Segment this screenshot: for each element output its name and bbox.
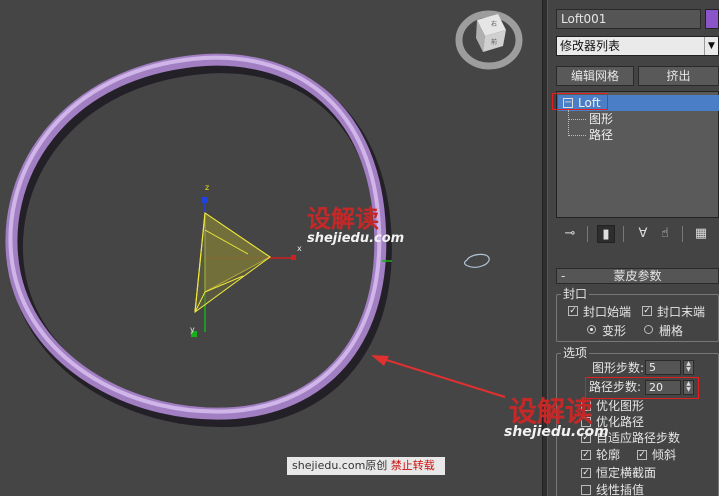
copyright-caption: shejiedu.com原创 禁止转载 xyxy=(287,457,445,475)
extrude-button[interactable]: 挤出 xyxy=(638,66,719,86)
modifier-list-dropdown[interactable]: 修改器列表 ▼ xyxy=(556,36,719,56)
object-color-swatch[interactable] xyxy=(705,9,719,29)
toolbar-separator xyxy=(682,226,683,242)
loft-ring[interactable] xyxy=(5,53,392,428)
section-shape[interactable] xyxy=(463,253,490,268)
tree-connector xyxy=(568,110,569,136)
edit-mesh-button[interactable]: 编辑网格 xyxy=(556,66,634,86)
constant-cross-section-label: 恒定横截面 xyxy=(596,466,657,480)
show-end-result-icon[interactable]: ▮ xyxy=(597,225,615,243)
linear-interpolation-label: 线性插值 xyxy=(596,483,645,496)
stack-item-path[interactable]: 路径 xyxy=(589,128,613,142)
x-axis-handle xyxy=(291,255,296,260)
x-axis-label: x xyxy=(297,244,302,253)
viewport-scene: z x y 右 前 xyxy=(5,10,523,428)
optimize-path-label: 优化路径 xyxy=(596,415,645,429)
z-axis-handle xyxy=(202,197,208,203)
linear-interpolation-checkbox[interactable] xyxy=(581,485,591,495)
shape-steps-label: 图形步数: xyxy=(592,361,645,375)
viewcube-face-front: 前 xyxy=(491,38,497,46)
modifier-stack[interactable]: − Loft 图形 路径 xyxy=(556,91,719,218)
highlight-box-path-steps xyxy=(585,377,699,399)
contour-checkbox[interactable]: ✓ xyxy=(581,450,591,460)
morph-label: 变形 xyxy=(602,324,627,338)
skin-parameters-rollout-header[interactable]: - 蒙皮参数 xyxy=(556,268,719,284)
command-panel: Loft001 修改器列表 ▼ 编辑网格 挤出 − Loft 图形 路径 ⊸ ▮… xyxy=(548,0,719,496)
rollout-title: 蒙皮参数 xyxy=(613,269,662,283)
cap-end-checkbox[interactable]: ✓ xyxy=(642,306,652,316)
adaptive-path-steps-checkbox[interactable]: ✓ xyxy=(581,433,591,443)
toolbar-separator xyxy=(587,226,588,242)
cap-start-checkbox[interactable]: ✓ xyxy=(568,306,578,316)
contour-label: 轮廓 xyxy=(596,448,621,462)
options-group-label: 选项 xyxy=(561,346,590,360)
adaptive-path-steps-label: 自适应路径步数 xyxy=(596,431,681,445)
viewcube[interactable]: 右 前 xyxy=(455,10,523,70)
constant-cross-section-checkbox[interactable]: ✓ xyxy=(581,468,591,478)
chevron-down-icon[interactable]: ▼ xyxy=(704,37,718,55)
z-axis-label: z xyxy=(205,183,209,192)
configure-modifier-sets-icon[interactable]: ▦ xyxy=(692,225,710,243)
toolbar-separator xyxy=(623,226,624,242)
shape-steps-spinner[interactable]: ▲ ▼ xyxy=(683,360,694,375)
optimize-shapes-checkbox[interactable] xyxy=(581,401,591,411)
pyramid-shape[interactable] xyxy=(194,212,271,314)
y-axis-label: y xyxy=(190,325,195,334)
viewcube-face-right: 右 xyxy=(491,20,497,28)
cap-group-label: 封口 xyxy=(561,287,590,301)
stack-item-shape[interactable]: 图形 xyxy=(589,112,613,126)
shape-steps-input[interactable]: 5 xyxy=(645,360,681,375)
grid-radio[interactable] xyxy=(644,325,653,334)
banking-checkbox[interactable]: ✓ xyxy=(637,450,647,460)
highlight-box-loft xyxy=(552,93,608,110)
pin-stack-icon[interactable]: ⊸ xyxy=(561,225,579,243)
remove-modifier-icon[interactable]: ☝ xyxy=(656,225,674,243)
perspective-viewport[interactable]: z x y 右 前 设解读 shejiedu.com shejiedu.com原… xyxy=(0,0,542,496)
cap-end-label: 封口末端 xyxy=(657,305,706,319)
caption-site: shejiedu.com xyxy=(292,459,366,472)
optimize-path-checkbox[interactable] xyxy=(581,417,591,427)
modifier-list-label: 修改器列表 xyxy=(560,39,621,53)
tree-connector-h xyxy=(568,135,586,136)
cap-start-label: 封口始端 xyxy=(583,305,632,319)
caption-mid: 原创 xyxy=(365,459,388,472)
banking-label: 倾斜 xyxy=(652,448,677,462)
tree-connector-h xyxy=(568,119,586,120)
grid-label: 栅格 xyxy=(659,324,684,338)
make-unique-icon[interactable]: ∀ xyxy=(634,225,652,243)
object-name-field[interactable]: Loft001 xyxy=(556,9,701,29)
optimize-shapes-label: 优化图形 xyxy=(596,399,645,413)
annotation-arrow xyxy=(371,355,506,398)
caption-warning: 禁止转载 xyxy=(390,459,435,472)
morph-radio[interactable] xyxy=(587,325,596,334)
